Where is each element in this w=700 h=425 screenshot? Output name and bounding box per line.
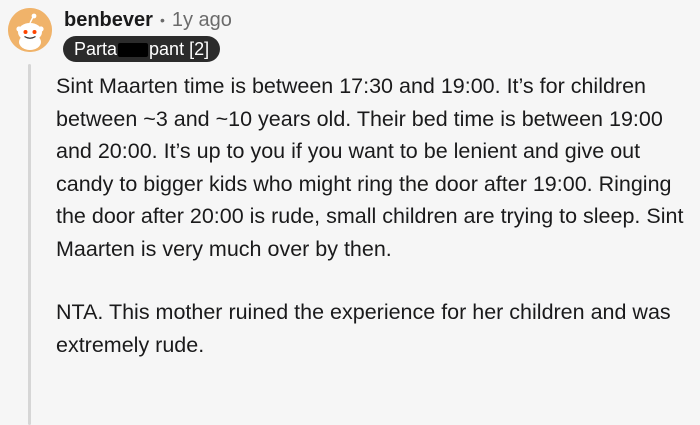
flair-text-end: pant [2] <box>149 39 210 59</box>
flair-text-start: Parta <box>74 39 118 59</box>
redaction-mark <box>118 43 149 57</box>
comment-body: Sint Maarten time is between 17:30 and 1… <box>56 70 692 361</box>
comment-card: benbever • 1y ago Parta pant [2] Sint Ma… <box>0 0 700 425</box>
username-link[interactable]: benbever <box>64 8 153 32</box>
avatar[interactable] <box>8 8 52 52</box>
user-flair: Parta pant [2] <box>63 36 221 62</box>
comment-paragraph: NTA. This mother ruined the experience f… <box>56 300 671 357</box>
meta-separator: • <box>159 12 165 28</box>
comment-meta: benbever • 1y ago <box>64 8 232 32</box>
comment-age: 1y ago <box>171 9 232 31</box>
reddit-snoo-avatar-icon <box>8 8 52 52</box>
thread-line[interactable] <box>28 64 31 425</box>
comment-paragraph: Sint Maarten time is between 17:30 and 1… <box>56 74 684 261</box>
